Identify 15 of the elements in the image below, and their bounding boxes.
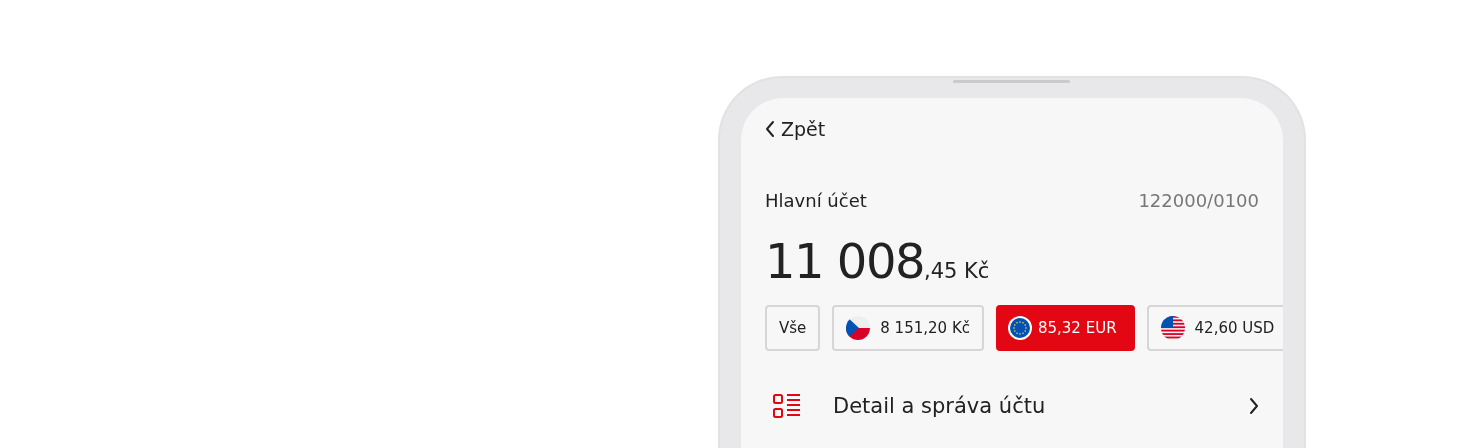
- currency-chip[interactable]: 42,60 USD: [1146, 305, 1283, 351]
- account-name: Hlavní účet: [765, 190, 867, 211]
- czech-flag-icon: [846, 316, 871, 340]
- chevron-right-icon: [1249, 397, 1259, 415]
- currency-chip[interactable]: Vše: [765, 305, 821, 351]
- us-flag-icon: [1160, 316, 1185, 340]
- menu-item[interactable]: Detail a správa účtu: [833, 394, 1249, 418]
- account-number: 122000/0100: [1138, 190, 1259, 211]
- eu-flag-icon: [1007, 316, 1032, 340]
- list-icon: [773, 393, 801, 419]
- currency-chip[interactable]: 85,32 EUR: [995, 305, 1135, 351]
- currency-chip[interactable]: 8 151,20 Kč: [832, 305, 984, 351]
- back-button[interactable]: Zpět: [765, 116, 826, 142]
- chevron-left-icon: [765, 120, 775, 138]
- account-balance: 11 008,45 Kč: [765, 233, 991, 289]
